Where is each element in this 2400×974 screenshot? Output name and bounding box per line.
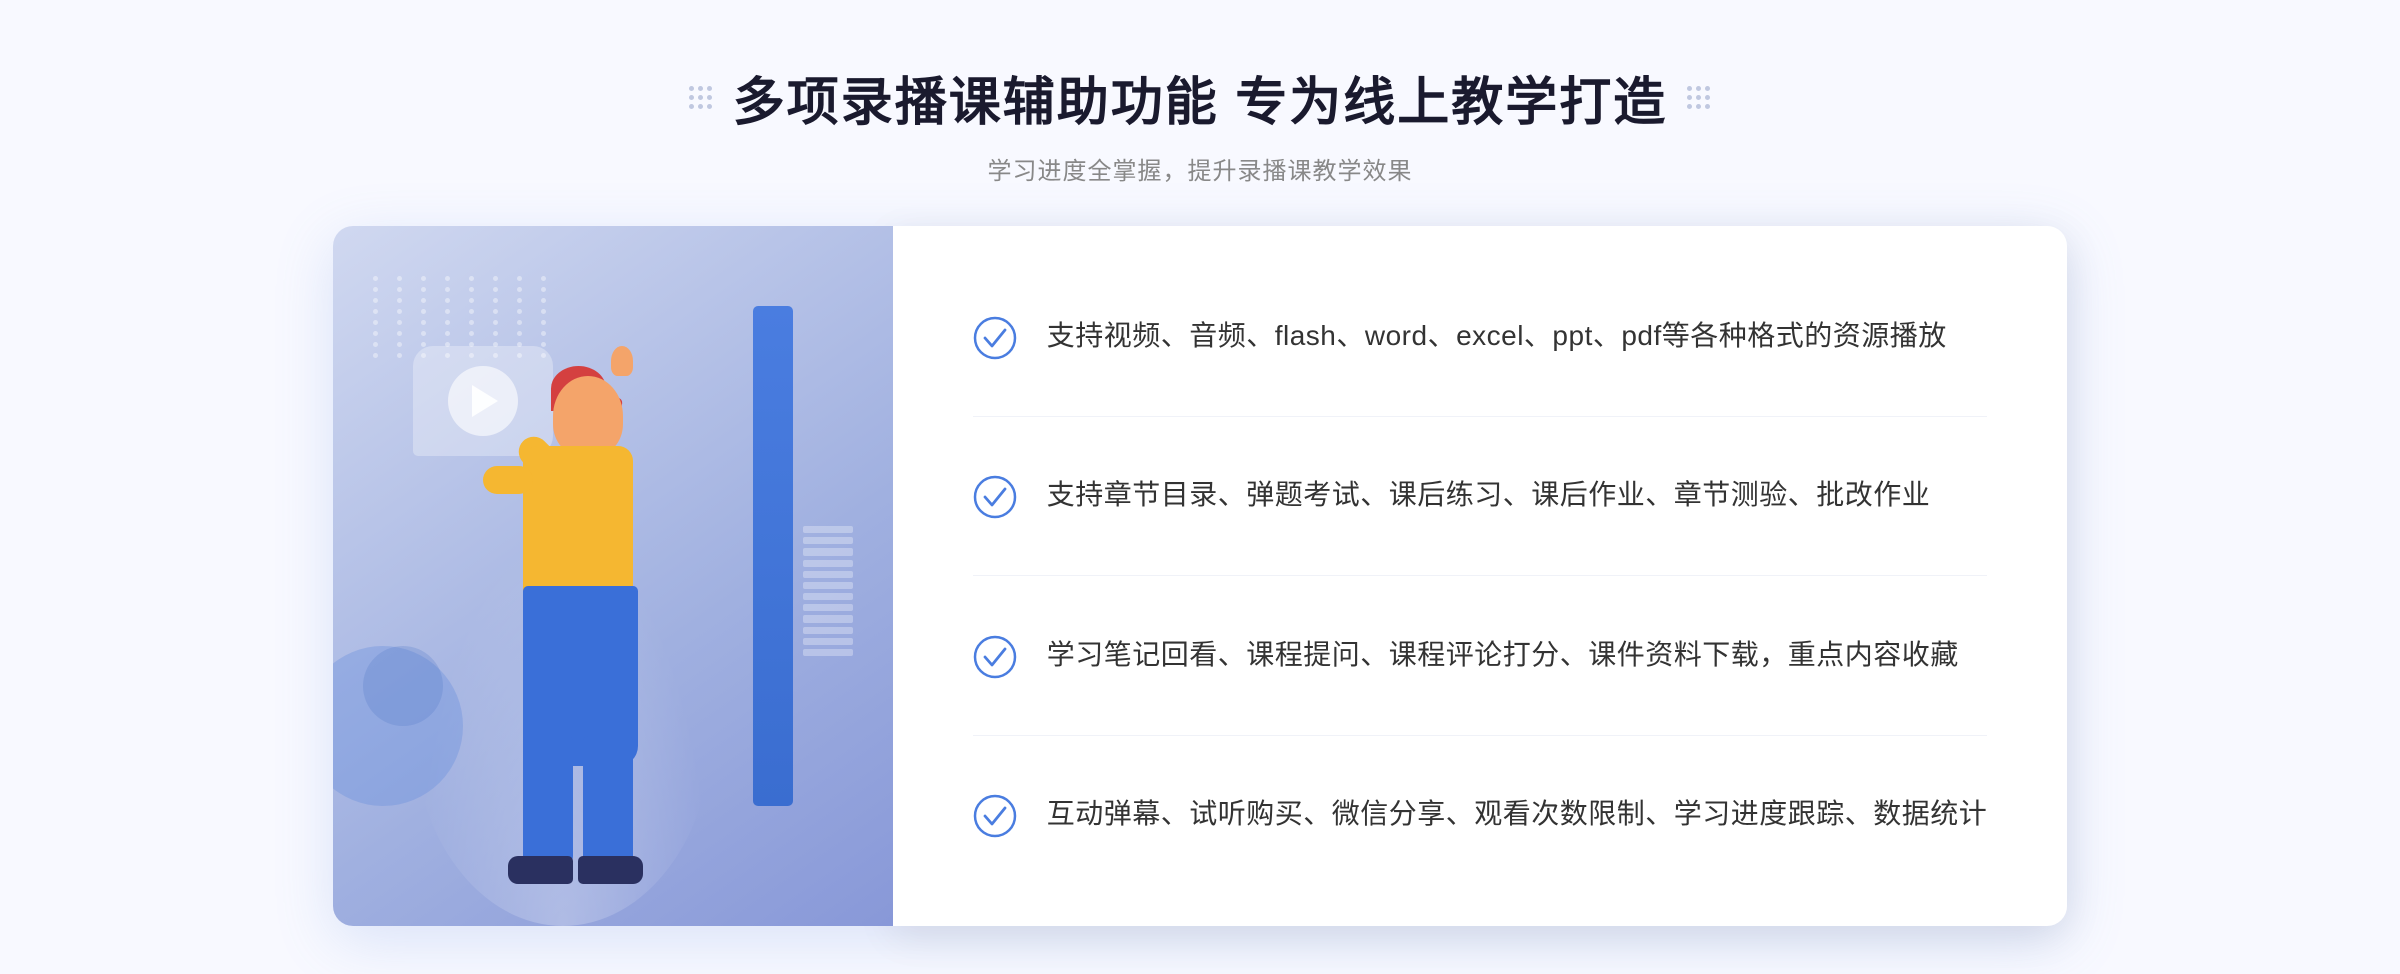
separator-1	[973, 416, 1988, 417]
check-circle-icon-2	[973, 475, 1017, 519]
person-shoe-left	[508, 856, 573, 884]
check-circle-icon-1	[973, 316, 1017, 360]
check-circle-icon-3	[973, 635, 1017, 679]
feature-text-3: 学习笔记回看、课程提问、课程评论打分、课件资料下载，重点内容收藏	[1047, 633, 1959, 678]
person-arm-left	[483, 466, 533, 494]
person-head	[553, 376, 623, 456]
main-title: 多项录播课辅助功能 专为线上教学打造	[733, 60, 1667, 135]
feature-item-4: 互动弹幕、试听购买、微信分享、观看次数限制、学习进度跟踪、数据统计	[973, 772, 1988, 858]
separator-3	[973, 735, 1988, 736]
feature-text-2: 支持章节目录、弹题考试、课后练习、课后作业、章节测验、批改作业	[1047, 473, 1931, 518]
person-leg-right	[583, 736, 633, 866]
person-hand	[611, 346, 633, 376]
person-leg-left	[523, 736, 573, 866]
title-dots-right	[1687, 86, 1711, 110]
page-container: 多项录播课辅助功能 专为线上教学打造 学习进度全掌握，提升录播课教学效果 »	[0, 0, 2400, 974]
person-body	[523, 446, 633, 596]
illustration-area	[333, 226, 893, 926]
check-circle-icon-4	[973, 794, 1017, 838]
blue-panel	[753, 306, 793, 806]
feature-item-2: 支持章节目录、弹题考试、课后练习、课后作业、章节测验、批改作业	[973, 453, 1988, 539]
separator-2	[973, 575, 1988, 576]
person-figure	[393, 346, 713, 926]
feature-item-3: 学习笔记回看、课程提问、课程评论打分、课件资料下载，重点内容收藏	[973, 613, 1988, 699]
feature-item-1: 支持视频、音频、flash、word、excel、ppt、pdf等各种格式的资源…	[973, 294, 1988, 380]
deco-stripes	[803, 526, 853, 656]
feature-text-1: 支持视频、音频、flash、word、excel、ppt、pdf等各种格式的资源…	[1047, 314, 1947, 359]
subtitle: 学习进度全掌握，提升录播课教学效果	[0, 151, 2400, 186]
card-wrapper: 支持视频、音频、flash、word、excel、ppt、pdf等各种格式的资源…	[333, 226, 2068, 926]
title-dots-left	[689, 86, 713, 110]
features-area: 支持视频、音频、flash、word、excel、ppt、pdf等各种格式的资源…	[893, 226, 2068, 926]
title-row: 多项录播课辅助功能 专为线上教学打造	[0, 60, 2400, 135]
header-section: 多项录播课辅助功能 专为线上教学打造 学习进度全掌握，提升录播课教学效果	[0, 0, 2400, 186]
person-shoe-right	[578, 856, 643, 884]
feature-text-4: 互动弹幕、试听购买、微信分享、观看次数限制、学习进度跟踪、数据统计	[1047, 792, 1988, 837]
